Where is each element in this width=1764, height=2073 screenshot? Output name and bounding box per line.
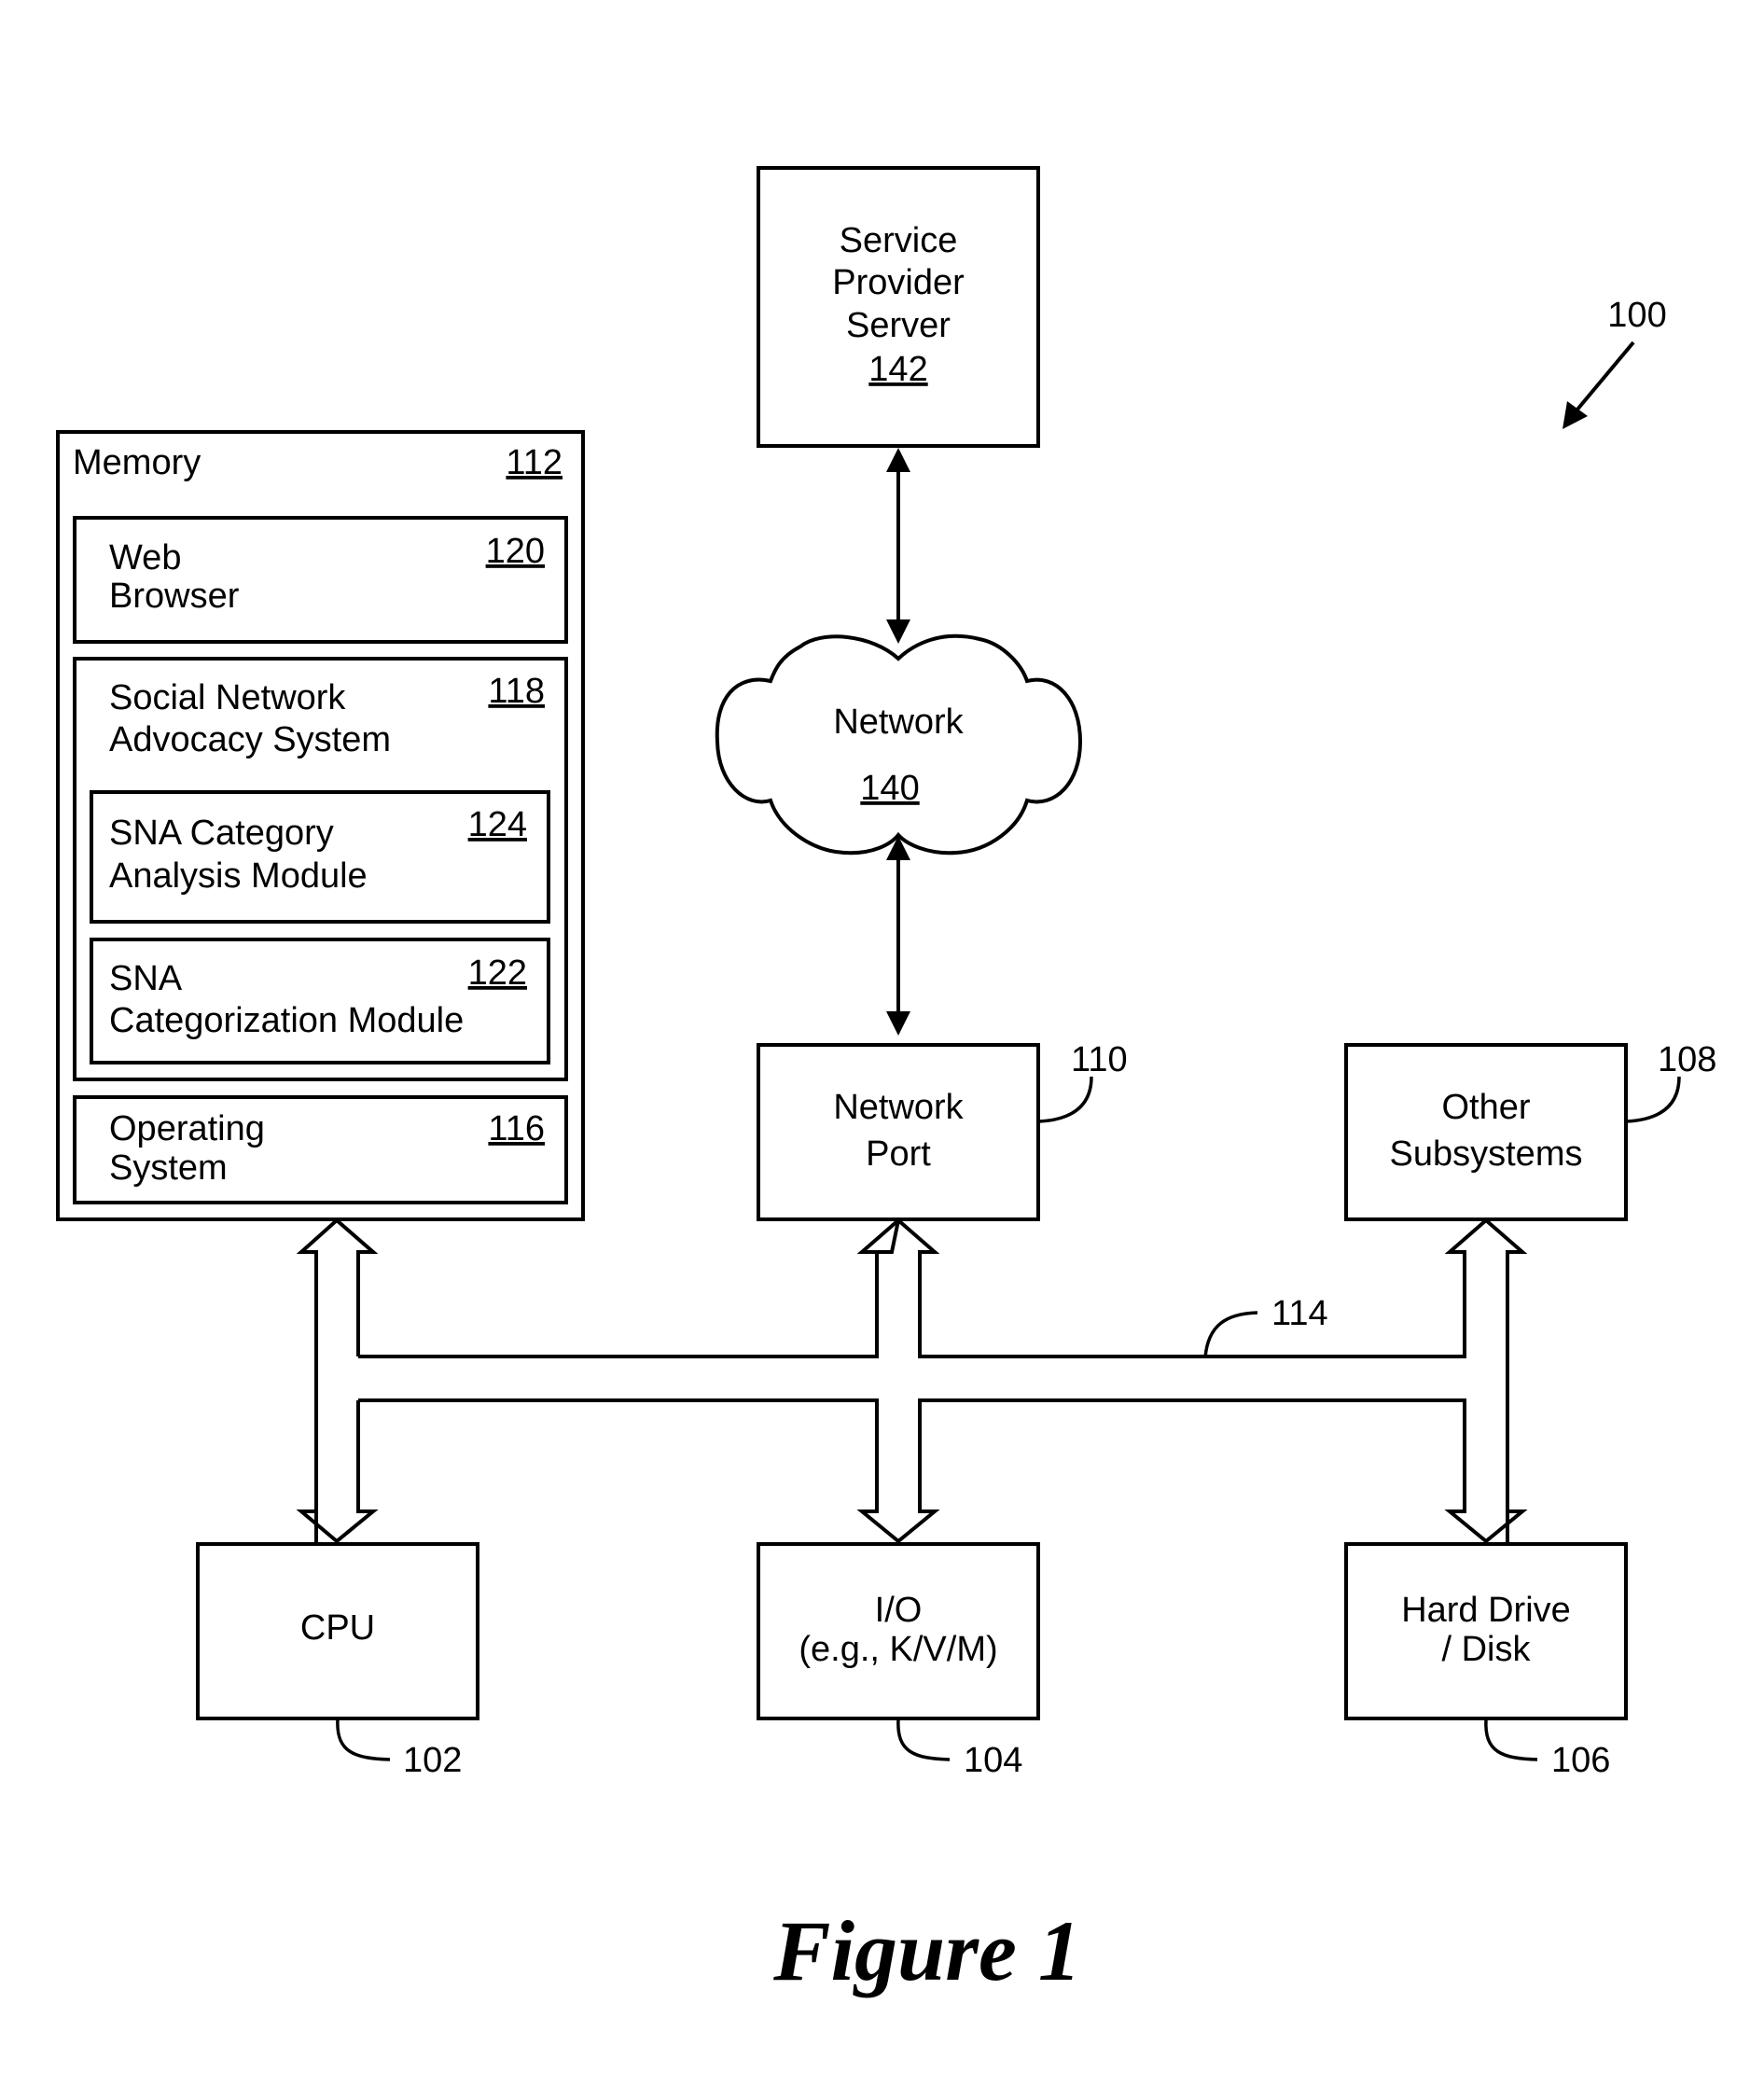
other-subsystems-ref: 108 (1658, 1040, 1716, 1079)
web-browser-line2: Browser (109, 577, 240, 616)
network-port-arrow-icon (886, 836, 910, 1036)
sna-categorization-line2: Categorization Module (109, 1001, 464, 1040)
bus-ref-leader: 114 (1203, 1294, 1328, 1358)
hard-drive-line2: / Disk (1442, 1630, 1532, 1669)
sna-system-line1: Social Network (109, 678, 346, 717)
sna-category-analysis-ref: 124 (468, 805, 527, 844)
web-browser-block: Web Browser 120 (73, 516, 568, 644)
other-subsystems-line2: Subsystems (1390, 1134, 1583, 1174)
web-browser-line1: Web (109, 538, 181, 577)
service-provider-line2: Provider (832, 263, 965, 302)
network-cloud: Network 140 (715, 633, 1083, 856)
network-port-ref: 110 (1071, 1040, 1128, 1079)
service-provider-ref: 142 (868, 350, 927, 389)
network-ref: 140 (860, 769, 919, 808)
sna-category-analysis-block: SNA Category Analysis Module 124 (90, 790, 550, 924)
system-ref-label: 100 (1607, 296, 1666, 335)
cpu-label: CPU (300, 1608, 375, 1648)
web-browser-ref: 120 (486, 532, 545, 571)
hard-drive-ref: 106 (1551, 1741, 1610, 1780)
memory-title: Memory (73, 443, 201, 482)
sna-system-line2: Advocacy System (109, 720, 391, 759)
io-line1: I/O (875, 1591, 923, 1630)
other-subsystems-block: Other Subsystems 108 (1344, 1040, 1716, 1221)
bus-ref: 114 (1271, 1294, 1328, 1333)
figure-caption: Figure 1 (772, 1903, 1081, 1998)
memory-ref: 112 (506, 443, 563, 482)
operating-system-line2: System (109, 1148, 228, 1188)
sna-category-analysis-line1: SNA Category (109, 814, 334, 853)
hard-drive-line1: Hard Drive (1401, 1591, 1571, 1630)
operating-system-block: Operating System 116 (73, 1095, 568, 1204)
network-port-block: Network Port 110 (757, 1040, 1128, 1221)
sna-categorization-ref: 122 (468, 953, 527, 993)
operating-system-line1: Operating (109, 1109, 265, 1148)
network-port-line1: Network (833, 1088, 964, 1127)
hard-drive-block: Hard Drive / Disk 106 (1344, 1542, 1628, 1780)
sna-categorization-line1: SNA (109, 959, 183, 998)
io-block: I/O (e.g., K/V/M) 104 (757, 1542, 1040, 1780)
network-port-line2: Port (866, 1134, 931, 1174)
system-diagram: 100 Memory 112 Web Browser 120 Social Ne… (56, 166, 1716, 1998)
network-label: Network (833, 703, 964, 742)
service-provider-server-block: Service Provider Server 142 (757, 166, 1040, 448)
cpu-ref: 102 (403, 1741, 462, 1780)
sna-category-analysis-line2: Analysis Module (109, 856, 368, 896)
service-provider-line1: Service (840, 221, 958, 260)
service-provider-line3: Server (846, 306, 951, 345)
operating-system-ref: 116 (488, 1109, 545, 1148)
io-ref: 104 (964, 1741, 1022, 1780)
sna-categorization-block: SNA Categorization Module 122 (90, 938, 550, 1064)
sna-system-ref: 118 (488, 672, 545, 711)
system-ref-arrow-icon (1563, 341, 1635, 429)
sna-system-block: Social Network Advocacy System 118 SNA C… (73, 657, 568, 1081)
server-network-arrow-icon (886, 448, 910, 644)
other-subsystems-line1: Other (1441, 1088, 1530, 1127)
io-line2: (e.g., K/V/M) (799, 1630, 997, 1669)
memory-block: Memory 112 Web Browser 120 Social Networ… (56, 430, 585, 1221)
cpu-block: CPU 102 (196, 1542, 479, 1780)
